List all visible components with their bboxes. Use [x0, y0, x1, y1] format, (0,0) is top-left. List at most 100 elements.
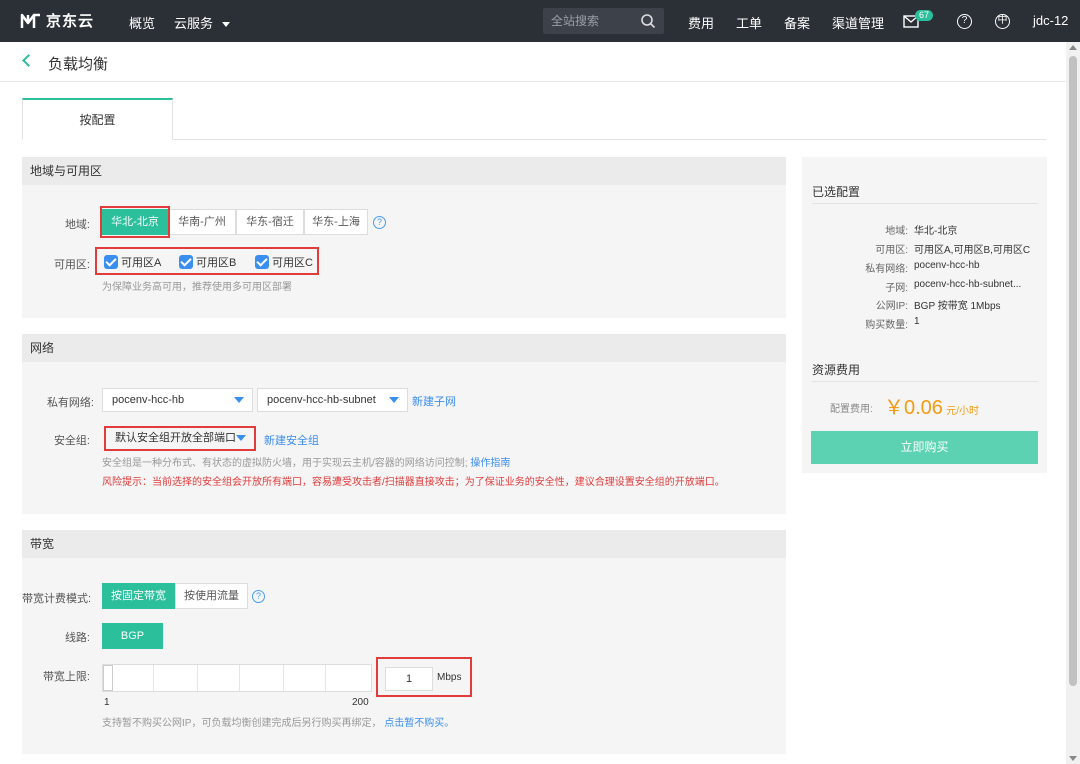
mode-fixed-bandwidth[interactable]: 按固定带宽: [102, 583, 175, 609]
region-label: 地域:: [64, 219, 90, 231]
jdcloud-logo-icon: [20, 13, 40, 28]
divider: [812, 381, 1038, 382]
scroll-down-icon[interactable]: [1069, 756, 1077, 761]
region-panel: 地域与可用区 地域: 华北-北京 华南-广州 华东-宿迁 华东-上海 ? 可用区…: [22, 157, 786, 318]
network-panel-title: 网络: [22, 334, 786, 362]
bandwidth-panel: 带宽 带宽计费模式: 按固定带宽 按使用流量 ? 线路: BGP 带宽上限: 1…: [22, 530, 786, 754]
slider-tick: [153, 665, 154, 691]
subnet-select[interactable]: pocenv-hcc-hb-subnet: [257, 388, 408, 412]
message-count-badge: 67: [915, 10, 934, 21]
summary-value: pocenv-hcc-hb-subnet...: [914, 279, 1022, 290]
dropdown-caret-icon: [389, 397, 399, 403]
help-icon[interactable]: ?: [957, 14, 972, 29]
bandwidth-slider[interactable]: [102, 664, 372, 692]
fee-title: 资源费用: [812, 363, 861, 377]
slider-tick: [239, 665, 240, 691]
language-icon[interactable]: 中: [995, 14, 1010, 29]
nav-billing[interactable]: 费用: [688, 13, 714, 32]
new-security-group-link[interactable]: 新建安全组: [264, 432, 319, 448]
summary-key: 私有网络:: [865, 264, 908, 275]
nav-channel[interactable]: 渠道管理: [832, 13, 884, 32]
vpc-select[interactable]: pocenv-hcc-hb: [102, 388, 253, 412]
brand-logo[interactable]: 京东云: [20, 10, 94, 31]
user-account[interactable]: jdc-12: [1033, 13, 1068, 28]
summary-key: 公网IP:: [875, 301, 908, 312]
guide-link[interactable]: 操作指南: [470, 458, 510, 469]
zone-hint: 为保障业务高可用，推荐使用多可用区部署: [102, 282, 292, 293]
nav-tickets[interactable]: 工单: [736, 13, 762, 32]
price-amount: ￥0.06: [884, 397, 943, 419]
summary-value: BGP 按带宽 1Mbps: [914, 301, 1001, 312]
summary-key: 地域:: [885, 226, 908, 237]
highlight-box: [95, 247, 319, 275]
line-label: 线路:: [64, 632, 90, 644]
summary-key: 可用区:: [875, 245, 908, 256]
highlight-box: [100, 206, 170, 238]
scroll-up-icon[interactable]: [1069, 45, 1077, 50]
bandwidth-panel-title: 带宽: [22, 530, 786, 558]
nav-cloud-services[interactable]: 云服务: [174, 13, 230, 32]
mode-traffic[interactable]: 按使用流量: [175, 583, 248, 609]
skip-purchase-link[interactable]: 点击暂不购买。: [384, 718, 454, 729]
vertical-scrollbar[interactable]: [1066, 42, 1080, 764]
help-icon[interactable]: ?: [373, 216, 386, 229]
price: ￥0.06 元/小时: [884, 391, 979, 420]
network-panel: 网络 私有网络: pocenv-hcc-hb pocenv-hcc-hb-sub…: [22, 334, 786, 514]
bandwidth-limit-label: 带宽上限:: [42, 671, 90, 683]
top-navbar: 京东云 概览 云服务 费用 工单 备案 渠道管理 67 ? 中 jdc-12: [0, 0, 1080, 42]
bandwidth-hint-text: 支持暂不购买公网IP，可负载均衡创建完成后另行购买再绑定，: [102, 718, 382, 729]
subnet-select-value: pocenv-hcc-hb-subnet: [267, 394, 376, 406]
back-arrow-icon[interactable]: [22, 54, 35, 67]
search-input[interactable]: [551, 8, 641, 34]
slider-handle[interactable]: [103, 665, 113, 691]
summary-panel: 已选配置 地域: 华北-北京 可用区: 可用区A,可用区B,可用区C 私有网络:…: [802, 157, 1047, 473]
nav-overview[interactable]: 概览: [129, 13, 155, 32]
summary-title: 已选配置: [812, 185, 861, 199]
caret-down-icon: [221, 22, 230, 28]
security-group-hint: 安全组是一种分布式、有状态的虚拟防火墙，用于实现云主机/容器的网络访问控制; 操…: [102, 454, 510, 469]
highlight-box: [104, 426, 256, 451]
summary-key: 子网:: [885, 283, 908, 294]
highlight-box: [376, 657, 472, 697]
scroll-thumb[interactable]: [1069, 56, 1077, 686]
zone-label: 可用区:: [53, 259, 90, 271]
region-panel-title: 地域与可用区: [22, 157, 786, 185]
page-header: 负载均衡: [0, 42, 1066, 82]
region-option-shanghai[interactable]: 华东-上海: [304, 209, 368, 235]
dropdown-caret-icon: [234, 397, 244, 403]
help-icon[interactable]: ?: [252, 590, 265, 603]
divider: [812, 203, 1038, 204]
slider-min: 1: [104, 697, 110, 708]
summary-value: 可用区A,可用区B,可用区C: [914, 245, 1031, 256]
summary-value: pocenv-hcc-hb: [914, 260, 980, 271]
config-tabs: 按配置: [22, 98, 1046, 140]
line-bgp[interactable]: BGP: [102, 623, 163, 649]
security-group-label: 安全组:: [53, 435, 90, 447]
buy-now-button[interactable]: 立即购买: [811, 431, 1038, 464]
slider-tick: [325, 665, 326, 691]
fee-label: 配置费用:: [830, 404, 873, 415]
vpc-select-value: pocenv-hcc-hb: [112, 394, 185, 406]
region-option-suqian[interactable]: 华东-宿迁: [236, 209, 304, 235]
brand-name: 京东云: [46, 13, 95, 30]
slider-max: 200: [352, 697, 369, 708]
global-search: [543, 8, 664, 34]
region-option-guangzhou[interactable]: 华南-广州: [168, 209, 236, 235]
summary-value: 1: [914, 316, 920, 327]
nav-filing[interactable]: 备案: [784, 13, 810, 32]
security-group-hint-text: 安全组是一种分布式、有状态的虚拟防火墙，用于实现云主机/容器的网络访问控制;: [102, 458, 468, 469]
nav-cloud-services-label: 云服务: [174, 16, 214, 31]
risk-warning: 风险提示：当前选择的安全组会开放所有端口，容易遭受攻击者/扫描器直接攻击；为了保…: [102, 477, 725, 488]
bandwidth-hint: 支持暂不购买公网IP，可负载均衡创建完成后另行购买再绑定， 点击暂不购买。: [102, 714, 454, 729]
page-title: 负载均衡: [48, 56, 109, 73]
search-icon[interactable]: [640, 13, 656, 29]
new-subnet-link[interactable]: 新建子网: [412, 393, 456, 409]
slider-tick: [197, 665, 198, 691]
summary-value: 华北-北京: [914, 226, 958, 237]
slider-tick: [283, 665, 284, 691]
price-unit: 元/小时: [946, 406, 980, 417]
vpc-label: 私有网络:: [46, 397, 94, 409]
billing-mode-label: 带宽计费模式:: [22, 593, 92, 605]
summary-key: 购买数量:: [865, 320, 908, 331]
tab-by-config[interactable]: 按配置: [22, 98, 173, 140]
